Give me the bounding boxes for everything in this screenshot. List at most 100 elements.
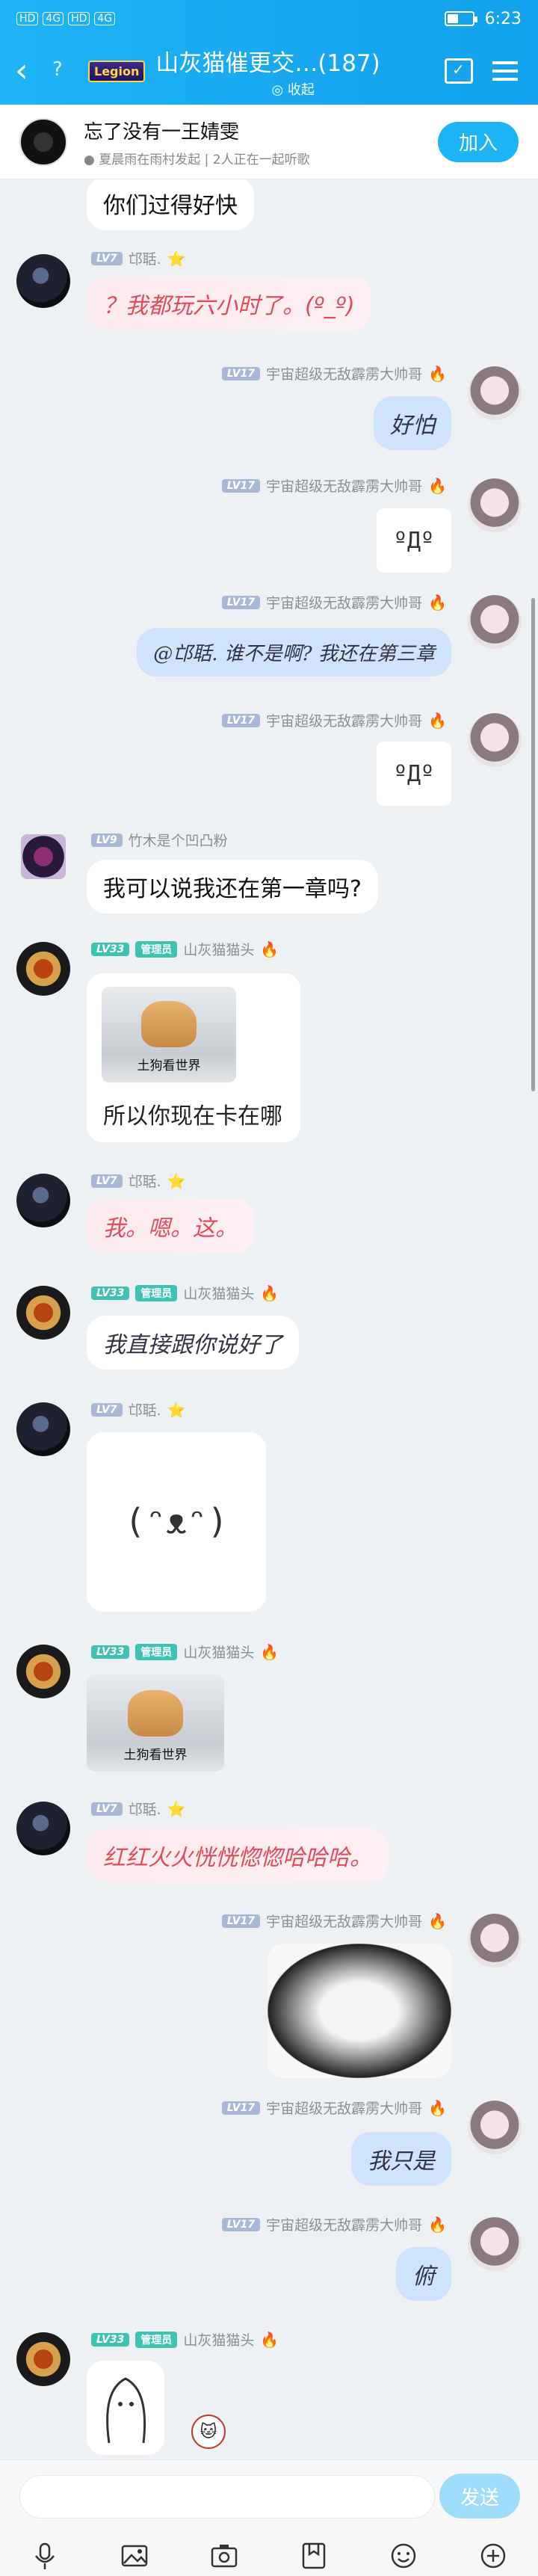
avatar[interactable] [16, 2332, 70, 2386]
emoji-icon[interactable] [386, 2539, 421, 2573]
avatar[interactable] [16, 1402, 70, 1456]
menu-icon[interactable] [487, 53, 523, 89]
sender-line: LV7 邙聒. ⭐ [91, 248, 186, 268]
avatar[interactable] [468, 2101, 522, 2154]
avatar[interactable] [16, 1645, 70, 1698]
plus-icon[interactable] [476, 2539, 510, 2573]
avatar[interactable] [468, 713, 522, 767]
avatar[interactable] [16, 254, 70, 308]
input-bar: 发送 [0, 2459, 538, 2576]
sticker-image[interactable]: ºДº [377, 742, 451, 806]
avatar[interactable] [468, 478, 522, 532]
help-icon[interactable]: ? [52, 58, 78, 84]
image-caption: 土狗看世界 [123, 1748, 188, 1763]
avatar[interactable] [16, 1802, 70, 1855]
chat-area[interactable]: 你们过得好快 LV7 邙聒. ⭐ ？我都玩六小时了。(º_º) LV17 宇宙超… [0, 179, 538, 2459]
sender-name: 邙聒. [128, 251, 161, 268]
sender-name: 山灰猫猫头 [183, 1645, 255, 1661]
nav-bar: ‹ ? Legion 山灰猫催更交…(187) ◎ 收起 [0, 37, 538, 105]
group-tag: Legion [88, 60, 146, 82]
sender-name: 竹木是个凹凸粉 [128, 833, 228, 849]
join-button[interactable]: 加入 [438, 121, 519, 162]
level-badge: LV7 [91, 1802, 123, 1816]
avatar[interactable] [16, 1174, 70, 1227]
sender-line: LV7 邙聒. ⭐ [91, 1799, 186, 1819]
message-input[interactable] [19, 2475, 435, 2518]
sticker-image[interactable]: (ᵔᴥᵔ) [87, 1432, 266, 1612]
fire-icon: 🔥 [428, 1911, 447, 1930]
dog-figure [141, 1001, 197, 1047]
avatar[interactable] [16, 942, 70, 996]
send-button[interactable]: 发送 [439, 2474, 520, 2518]
star-icon: ⭐ [167, 249, 186, 268]
level-badge: LV7 [91, 1402, 123, 1417]
message-text: 所以你现在卡在哪 [103, 1103, 282, 1130]
collapse-toggle[interactable]: ◎ 收起 [155, 79, 430, 99]
sender-name: 宇宙超级无敌霹雳大帅哥 [266, 595, 423, 611]
doge-image[interactable]: 土狗看世界 [102, 987, 236, 1082]
clock: 6:23 [484, 9, 522, 28]
sender-name: 山灰猫猫头 [183, 2332, 255, 2349]
message-bubble: 我可以说我还在第一章吗? [87, 860, 378, 913]
avatar[interactable] [468, 595, 522, 649]
bookmark-icon[interactable] [297, 2539, 331, 2573]
sender-line: LV9 竹木是个凹凸粉 [91, 830, 228, 850]
album-cover [19, 117, 67, 166]
message-bubble: 好怕 [374, 396, 451, 450]
fire-icon: 🔥 [428, 593, 447, 611]
mic-icon[interactable] [28, 2539, 62, 2573]
scrollbar[interactable] [531, 598, 535, 1091]
avatar[interactable] [468, 366, 522, 420]
avatar[interactable] [468, 2217, 522, 2271]
ghost-sketch-icon [106, 2377, 146, 2444]
status-bar: HD 4G HD 4G 6:23 [0, 0, 538, 37]
sender-line: LV7 邙聒. ⭐ [91, 1171, 186, 1191]
level-badge: LV17 [221, 713, 261, 727]
level-badge: LV33 [91, 942, 130, 956]
image-text-message[interactable]: 土狗看世界 所以你现在卡在哪 [87, 973, 300, 1142]
level-badge: LV17 [221, 595, 261, 609]
reaction-icon[interactable]: 🐱 [191, 2415, 226, 2449]
sender-line: LV17 宇宙超级无敌霹雳大帅哥 🔥 [221, 710, 447, 730]
blurred-image[interactable] [268, 1944, 451, 2078]
fire-icon: 🔥 [428, 476, 447, 495]
back-icon[interactable]: ‹ [15, 55, 42, 87]
camera-icon[interactable] [207, 2539, 241, 2573]
level-badge: LV17 [221, 366, 261, 380]
doge-image[interactable]: 土狗看世界 [87, 1674, 224, 1772]
sender-line: LV17 宇宙超级无敌霹雳大帅哥 🔥 [221, 363, 447, 383]
signal-tag: HD [16, 12, 39, 25]
message-bubble: 红红火火恍恍惚惚哈哈哈。 [87, 1828, 389, 1882]
image-caption: 土狗看世界 [137, 1059, 201, 1073]
sender-name: 山灰猫猫头 [183, 1286, 255, 1302]
sender-name: 宇宙超级无敌霹雳大帅哥 [266, 2101, 423, 2117]
fire-icon: 🔥 [428, 711, 447, 730]
page-title: 山灰猫催更交…(187) [155, 49, 380, 77]
sketch-image[interactable] [87, 2361, 164, 2455]
title-box[interactable]: 山灰猫催更交…(187) ◎ 收起 [155, 44, 430, 99]
avatar[interactable] [16, 1286, 70, 1340]
status-right: 6:23 [444, 9, 522, 28]
top-bar: HD 4G HD 4G 6:23 ‹ ? Legion 山灰猫催更交…(187)… [0, 0, 538, 105]
sender-name: 邙聒. [128, 1402, 161, 1419]
level-badge: LV17 [221, 1914, 261, 1928]
sender-line: LV17 宇宙超级无敌霹雳大帅哥 🔥 [221, 592, 447, 612]
fire-icon: 🔥 [260, 1642, 279, 1661]
level-badge: LV7 [91, 251, 123, 265]
sender-line: LV33 管理员 山灰猫猫头 🔥 [91, 1283, 279, 1303]
admin-badge: 管理员 [135, 2331, 178, 2348]
avatar[interactable] [468, 1914, 522, 1968]
sender-name: 宇宙超级无敌霹雳大帅哥 [266, 366, 423, 383]
sender-name: 宇宙超级无敌霹雳大帅哥 [266, 478, 423, 495]
sticker-image[interactable]: ºДº [377, 508, 451, 573]
fire-icon: 🔥 [428, 364, 447, 383]
level-badge: LV17 [221, 2101, 261, 2115]
avatar[interactable] [21, 834, 66, 879]
image-icon[interactable] [117, 2539, 152, 2573]
star-icon: ⭐ [167, 1171, 186, 1190]
song-title: 忘了没有一王婧雯 [84, 120, 240, 144]
message-bubble: 我。嗯。这。 [87, 1199, 254, 1253]
level-badge: LV17 [221, 2217, 261, 2231]
sender-line: LV17 宇宙超级无敌霹雳大帅哥 🔥 [221, 475, 447, 496]
calendar-check-icon[interactable] [441, 53, 477, 89]
